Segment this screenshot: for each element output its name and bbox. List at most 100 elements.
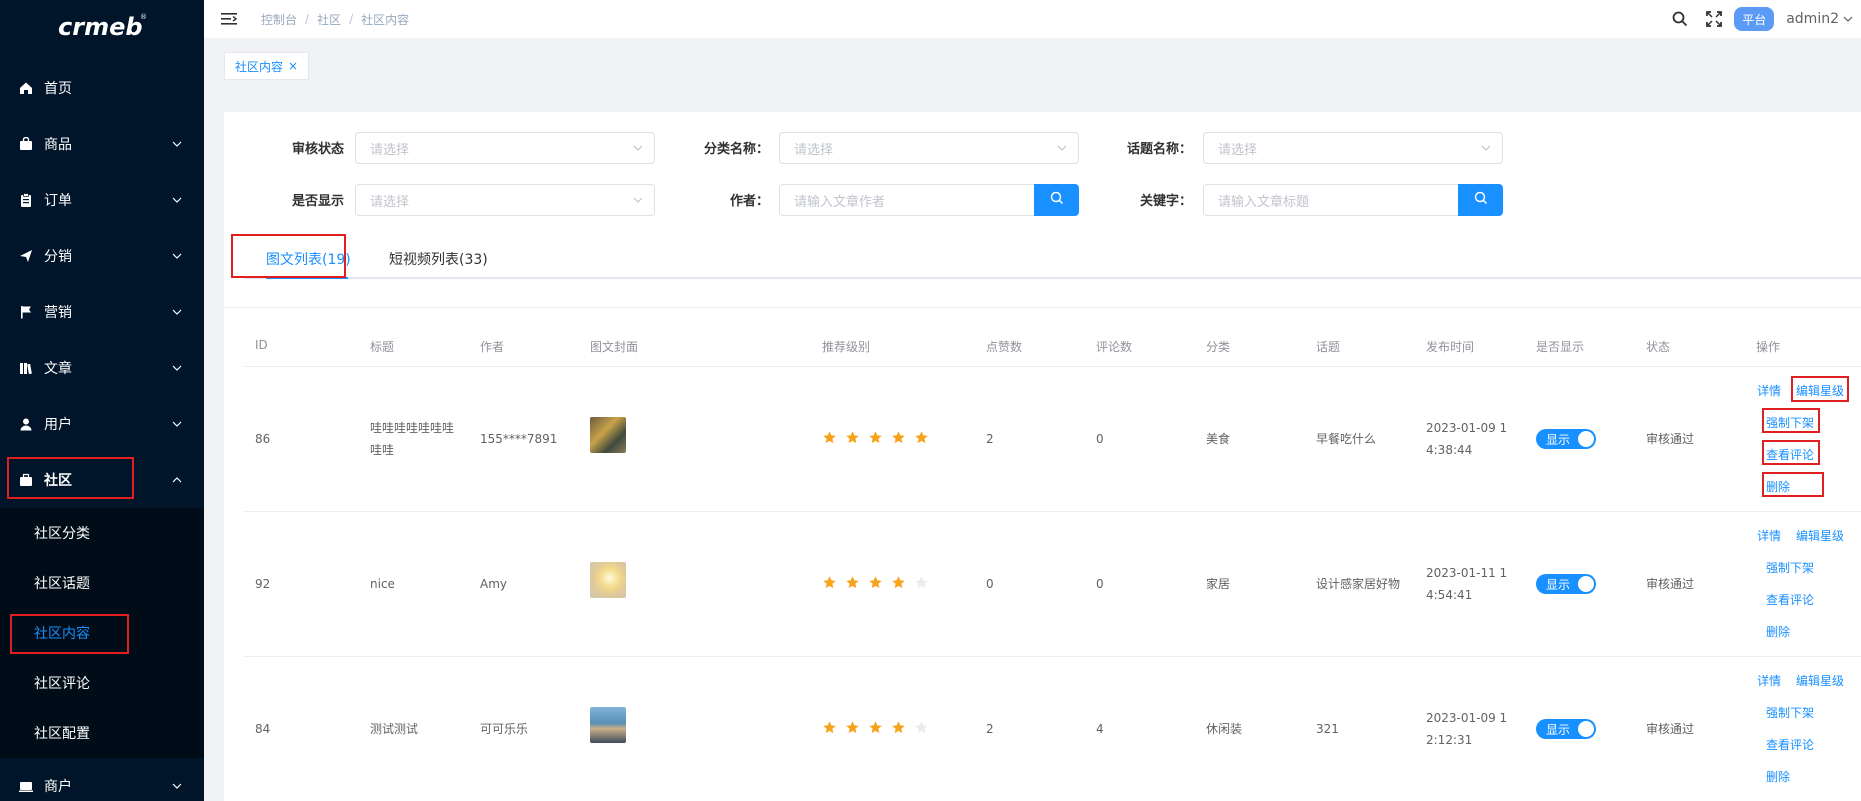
breadcrumb-item[interactable]: 社区 (317, 11, 341, 28)
cell-comments: 0 (1096, 432, 1104, 446)
filter-label-show: 是否显示 (291, 194, 344, 209)
home-icon (18, 80, 34, 96)
star-filled-icon (892, 431, 905, 444)
toggle-label: 显示 (1546, 577, 1571, 592)
view-comments-link[interactable]: 查看评论 (1766, 736, 1814, 753)
sidebar-item-users[interactable]: 用户 (0, 396, 204, 452)
sidebar-item-marketing[interactable]: 营销 (0, 284, 204, 340)
cell-time: 2023-01-11 14:54:41 (1426, 566, 1508, 602)
keyword-search-button[interactable] (1458, 184, 1503, 216)
search-icon (1050, 191, 1064, 209)
clipboard-icon (18, 192, 34, 208)
category-select[interactable]: 请选择 (779, 132, 1079, 164)
top-header: 控制台 / 社区 / 社区内容 平台 admin2 (204, 0, 1861, 38)
sidebar-item-label: 分销 (44, 249, 72, 265)
close-icon[interactable]: × (288, 59, 298, 73)
filter-label-review-status: 审核状态 (291, 142, 344, 157)
brand-logo[interactable]: crmeb ® (0, 0, 204, 52)
cover-image[interactable] (590, 707, 626, 743)
sidebar-subitem-category[interactable]: 社区分类 (0, 508, 204, 558)
cell-time: 2023-01-09 14:38:44 (1426, 421, 1508, 457)
review-status-select[interactable]: 请选择 (355, 132, 655, 164)
bag-icon (18, 136, 34, 152)
cell-status: 审核通过 (1646, 432, 1695, 446)
author-input[interactable]: 请输入文章作者 (779, 184, 1035, 216)
search-icon[interactable] (1672, 11, 1688, 27)
edit-rating-link[interactable]: 编辑星级 (1796, 527, 1844, 544)
chevron-down-icon (632, 142, 644, 158)
chevron-down-icon (632, 194, 644, 210)
star-filled-icon (846, 721, 859, 734)
highlight-box-content (10, 614, 129, 654)
topic-select[interactable]: 请选择 (1203, 132, 1503, 164)
chevron-down-icon (172, 137, 182, 153)
sidebar-item-orders[interactable]: 订单 (0, 172, 204, 228)
select-placeholder: 请选择 (794, 142, 834, 158)
tag-community-content[interactable]: 社区内容 × (224, 52, 310, 80)
row-divider (244, 656, 1861, 657)
chevron-down-icon[interactable] (1843, 14, 1853, 24)
force-offline-link[interactable]: 强制下架 (1766, 704, 1814, 721)
divider (224, 307, 1861, 308)
show-select[interactable]: 请选择 (355, 184, 655, 216)
cell-status: 审核通过 (1646, 722, 1695, 736)
chevron-up-icon (172, 473, 182, 489)
star-filled-icon (823, 576, 836, 589)
detail-link[interactable]: 详情 (1757, 672, 1781, 689)
sidebar-item-label: 文章 (44, 361, 72, 377)
row-divider (244, 511, 1861, 512)
star-filled-icon (869, 576, 882, 589)
select-placeholder: 请选择 (1218, 142, 1258, 158)
detail-link[interactable]: 详情 (1757, 527, 1781, 544)
highlight-box-action (1762, 408, 1820, 433)
breadcrumb-item[interactable]: 控制台 (261, 11, 297, 28)
col-header-show: 是否显示 (1536, 340, 1585, 354)
tab-short-video[interactable]: 短视频列表(33) (389, 249, 488, 269)
fullscreen-icon[interactable] (1706, 11, 1723, 27)
col-header-author: 作者 (480, 340, 505, 354)
show-toggle[interactable]: 显示 (1536, 429, 1596, 449)
force-offline-link[interactable]: 强制下架 (1766, 559, 1814, 576)
highlight-box-community (7, 457, 134, 499)
send-icon (18, 248, 34, 264)
sidebar-item-articles[interactable]: 文章 (0, 340, 204, 396)
sidebar-item-label: 首页 (44, 81, 72, 97)
sidebar-subitem-topic[interactable]: 社区话题 (0, 558, 204, 608)
col-header-category: 分类 (1206, 340, 1231, 354)
sidebar-item-distribution[interactable]: 分销 (0, 228, 204, 284)
view-comments-link[interactable]: 查看评论 (1766, 591, 1814, 608)
cover-image[interactable] (590, 562, 626, 598)
sidebar-subitem-config[interactable]: 社区配置 (0, 708, 204, 758)
header-right: 平台 admin2 (1672, 0, 1861, 38)
star-filled-icon (869, 431, 882, 444)
edit-rating-link[interactable]: 编辑星级 (1796, 672, 1844, 689)
sidebar-item-label: 营销 (44, 305, 72, 321)
delete-link[interactable]: 删除 (1766, 623, 1790, 640)
toggle-knob (1578, 721, 1594, 737)
cover-image[interactable] (590, 417, 626, 453)
menu-toggle-icon[interactable] (221, 11, 239, 27)
cell-topic: 早餐吃什么 (1316, 432, 1377, 446)
keyword-input[interactable]: 请输入文章标题 (1203, 184, 1459, 216)
sidebar-item-home[interactable]: 首页 (0, 60, 204, 116)
sidebar-item-merchant[interactable]: 商户 (0, 758, 204, 801)
chevron-down-icon (1480, 142, 1492, 158)
cell-category: 休闲装 (1206, 722, 1243, 736)
sidebar-subitem-comments[interactable]: 社区评论 (0, 658, 204, 708)
delete-link[interactable]: 删除 (1766, 768, 1790, 785)
author-search-button[interactable] (1034, 184, 1079, 216)
cell-likes: 2 (986, 432, 994, 446)
user-name[interactable]: admin2 (1786, 11, 1839, 27)
col-header-time: 发布时间 (1426, 340, 1475, 354)
cell-time: 2023-01-09 12:12:31 (1426, 711, 1508, 747)
sidebar-item-goods[interactable]: 商品 (0, 116, 204, 172)
sidebar-item-label: 订单 (44, 193, 72, 209)
show-toggle[interactable]: 显示 (1536, 574, 1596, 594)
detail-link[interactable]: 详情 (1757, 382, 1781, 399)
platform-badge: 平台 (1734, 7, 1775, 31)
show-toggle[interactable]: 显示 (1536, 719, 1596, 739)
col-header-topic: 话题 (1316, 340, 1341, 354)
select-placeholder: 请选择 (370, 142, 410, 158)
cell-title: 哇哇哇哇哇哇哇哇哇 (370, 421, 455, 457)
cell-comments: 0 (1096, 577, 1104, 591)
